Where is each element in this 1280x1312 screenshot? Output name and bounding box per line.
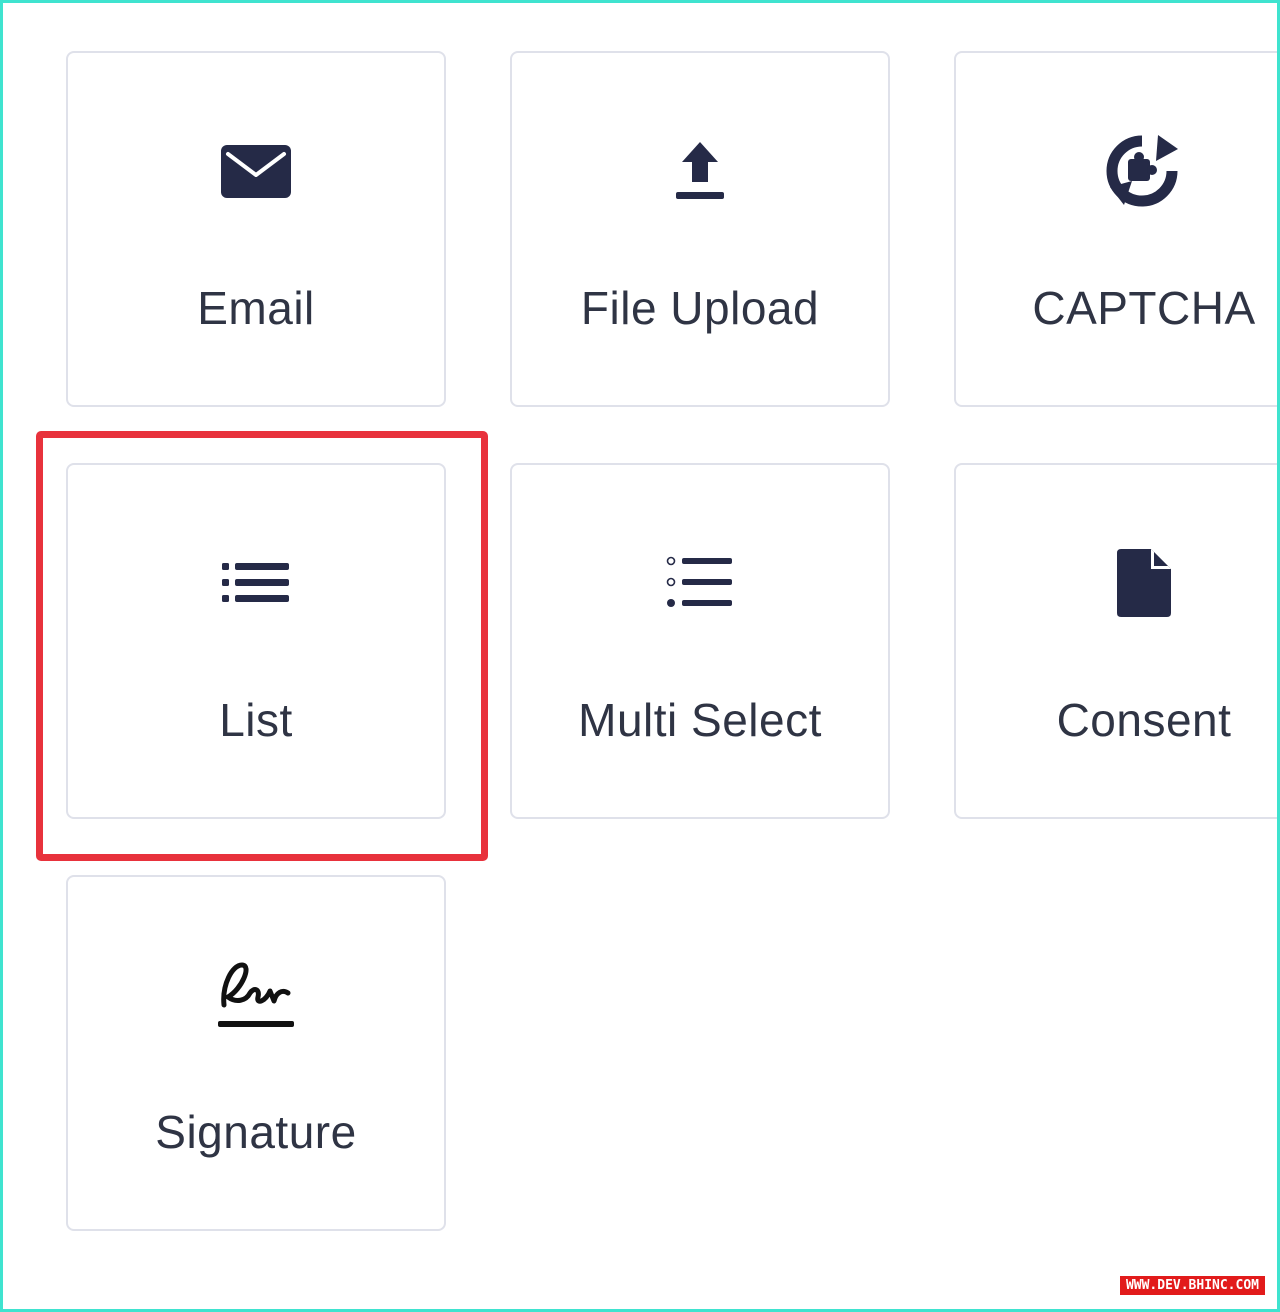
field-label: Consent [1056, 694, 1232, 746]
watermark: WWW.DEV.BHINC.COM [1119, 1276, 1265, 1295]
upload-icon [512, 135, 888, 207]
field-tile-email[interactable]: Email [66, 51, 446, 407]
field-tile-signature[interactable]: Signature [66, 875, 446, 1231]
field-label: Multi Select [578, 694, 822, 746]
field-picker-panel: Email File Upload CAPTCHA List Multi Sel… [0, 0, 1280, 1312]
checklist-icon [512, 547, 888, 619]
field-tile-list[interactable]: List [66, 463, 446, 819]
list-icon [68, 547, 444, 619]
refresh-puzzle-icon [956, 135, 1277, 207]
signature-icon [68, 959, 444, 1031]
field-tile-captcha[interactable]: CAPTCHA [954, 51, 1277, 407]
field-label: Email [197, 282, 315, 334]
field-label: File Upload [580, 282, 820, 334]
field-label: CAPTCHA [1032, 282, 1256, 334]
field-label: Signature [155, 1106, 357, 1158]
envelope-icon [68, 135, 444, 207]
field-tile-multi-select[interactable]: Multi Select [510, 463, 890, 819]
document-icon [956, 547, 1277, 619]
field-tile-consent[interactable]: Consent [954, 463, 1277, 819]
field-tile-file-upload[interactable]: File Upload [510, 51, 890, 407]
field-label: List [219, 694, 293, 746]
